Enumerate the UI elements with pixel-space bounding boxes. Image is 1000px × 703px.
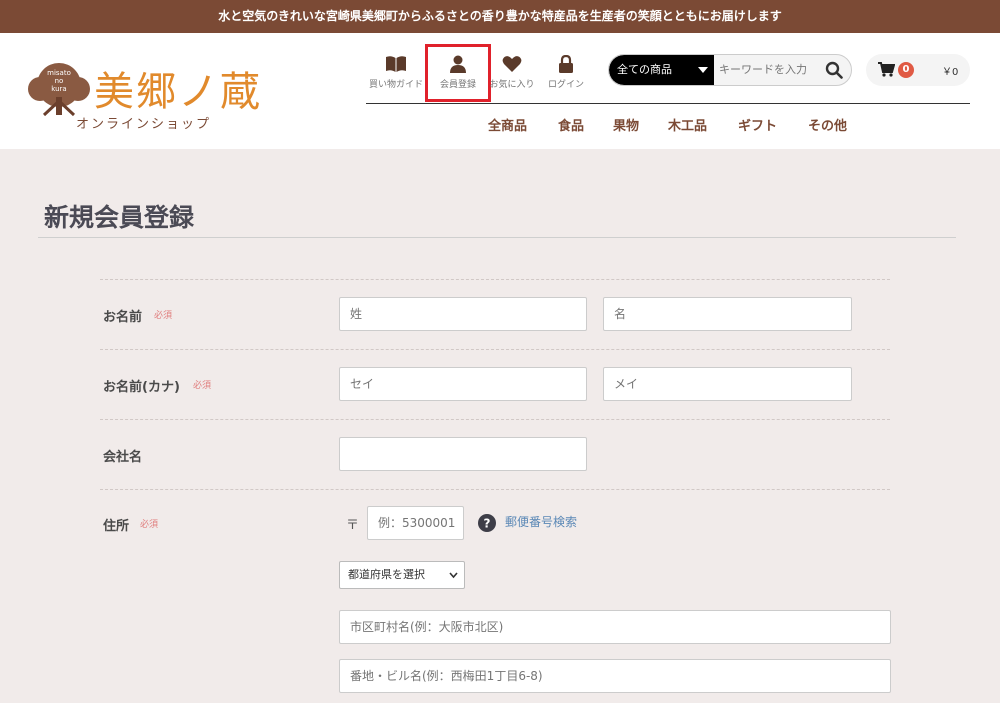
title-divider bbox=[38, 237, 956, 238]
nav-favorites-label: お気に入り bbox=[489, 80, 535, 90]
brand-name: 美郷ノ蔵 bbox=[94, 69, 262, 115]
last-name-input[interactable] bbox=[339, 297, 587, 331]
header-divider bbox=[366, 103, 970, 104]
postal-code-input[interactable] bbox=[367, 506, 464, 540]
row-divider bbox=[100, 349, 890, 350]
category-all[interactable]: 全商品 bbox=[488, 115, 527, 134]
cart-button[interactable]: 0 ￥0 bbox=[866, 54, 970, 86]
name-label: お名前 bbox=[103, 310, 143, 325]
cart-icon bbox=[878, 62, 895, 77]
search-category-select[interactable]: 全ての商品 bbox=[609, 55, 714, 85]
tree-text-1: misato bbox=[47, 69, 71, 77]
tree-text-2: no bbox=[55, 77, 64, 85]
book-icon bbox=[386, 56, 406, 72]
city-input[interactable] bbox=[339, 610, 891, 644]
company-input[interactable] bbox=[339, 437, 587, 471]
cart-count-badge: 0 bbox=[898, 62, 914, 78]
first-name-kana-input[interactable] bbox=[603, 367, 852, 401]
category-woodcraft[interactable]: 木工品 bbox=[668, 115, 707, 134]
site-header: misato no kura 美郷ノ蔵 オンラインショップ 買い物ガイド 会員登… bbox=[0, 33, 1000, 149]
prefecture-select-value: 都道府県を選択 bbox=[348, 568, 425, 581]
postal-lookup-link[interactable]: 郵便番号検索 bbox=[505, 513, 577, 530]
postal-mark: 〒 bbox=[346, 518, 360, 533]
last-name-kana-input[interactable] bbox=[339, 367, 587, 401]
caret-down-icon bbox=[698, 67, 708, 73]
search-input[interactable] bbox=[719, 55, 819, 85]
nav-member-register-label: 会員登録 bbox=[439, 80, 476, 90]
search-box: 全ての商品 bbox=[608, 54, 852, 86]
address-label: 住所 bbox=[103, 519, 130, 534]
category-other[interactable]: その他 bbox=[808, 115, 847, 134]
category-gift[interactable]: ギフト bbox=[738, 115, 777, 134]
tree-logo-icon: misato no kura bbox=[28, 63, 90, 117]
brand-subtitle: オンラインショップ bbox=[76, 117, 212, 132]
lock-icon bbox=[559, 55, 573, 73]
tree-text-3: kura bbox=[51, 85, 66, 93]
required-badge: 必須 bbox=[193, 381, 212, 391]
nav-login-label: ログイン bbox=[547, 80, 584, 90]
svg-text:?: ? bbox=[484, 517, 491, 531]
nav-login[interactable]: ログイン bbox=[536, 55, 596, 90]
site-logo[interactable]: misato no kura 美郷ノ蔵 オンラインショップ bbox=[22, 61, 282, 141]
nav-shopping-guide-label: 買い物ガイド bbox=[368, 80, 423, 90]
required-badge: 必須 bbox=[140, 520, 159, 530]
category-fruit[interactable]: 果物 bbox=[613, 115, 639, 134]
question-circle-icon[interactable]: ? bbox=[478, 514, 496, 532]
first-name-input[interactable] bbox=[603, 297, 852, 331]
row-divider bbox=[100, 489, 890, 490]
street-input[interactable] bbox=[339, 659, 891, 693]
required-badge: 必須 bbox=[154, 311, 173, 321]
row-divider bbox=[100, 279, 890, 280]
search-icon[interactable] bbox=[825, 61, 843, 79]
chevron-down-icon bbox=[449, 572, 458, 579]
search-category-label: 全ての商品 bbox=[617, 63, 672, 76]
prefecture-select[interactable]: 都道府県を選択 bbox=[339, 561, 465, 589]
company-label: 会社名 bbox=[103, 450, 143, 465]
top-banner: 水と空気のきれいな宮崎県美郷町からふるさとの香り豊かな特産品を生産者の笑顔ととも… bbox=[0, 0, 1000, 33]
kana-label: お名前(カナ) bbox=[103, 380, 180, 395]
page-title: 新規会員登録 bbox=[44, 203, 195, 232]
nav-shopping-guide[interactable]: 買い物ガイド bbox=[366, 55, 426, 90]
row-divider bbox=[100, 419, 890, 420]
category-food[interactable]: 食品 bbox=[558, 115, 584, 134]
nav-favorites[interactable]: お気に入り bbox=[482, 55, 542, 90]
user-icon bbox=[450, 55, 466, 73]
nav-member-register[interactable]: 会員登録 bbox=[425, 44, 491, 102]
cart-total: ￥0 bbox=[942, 67, 959, 78]
heart-icon bbox=[502, 56, 522, 72]
